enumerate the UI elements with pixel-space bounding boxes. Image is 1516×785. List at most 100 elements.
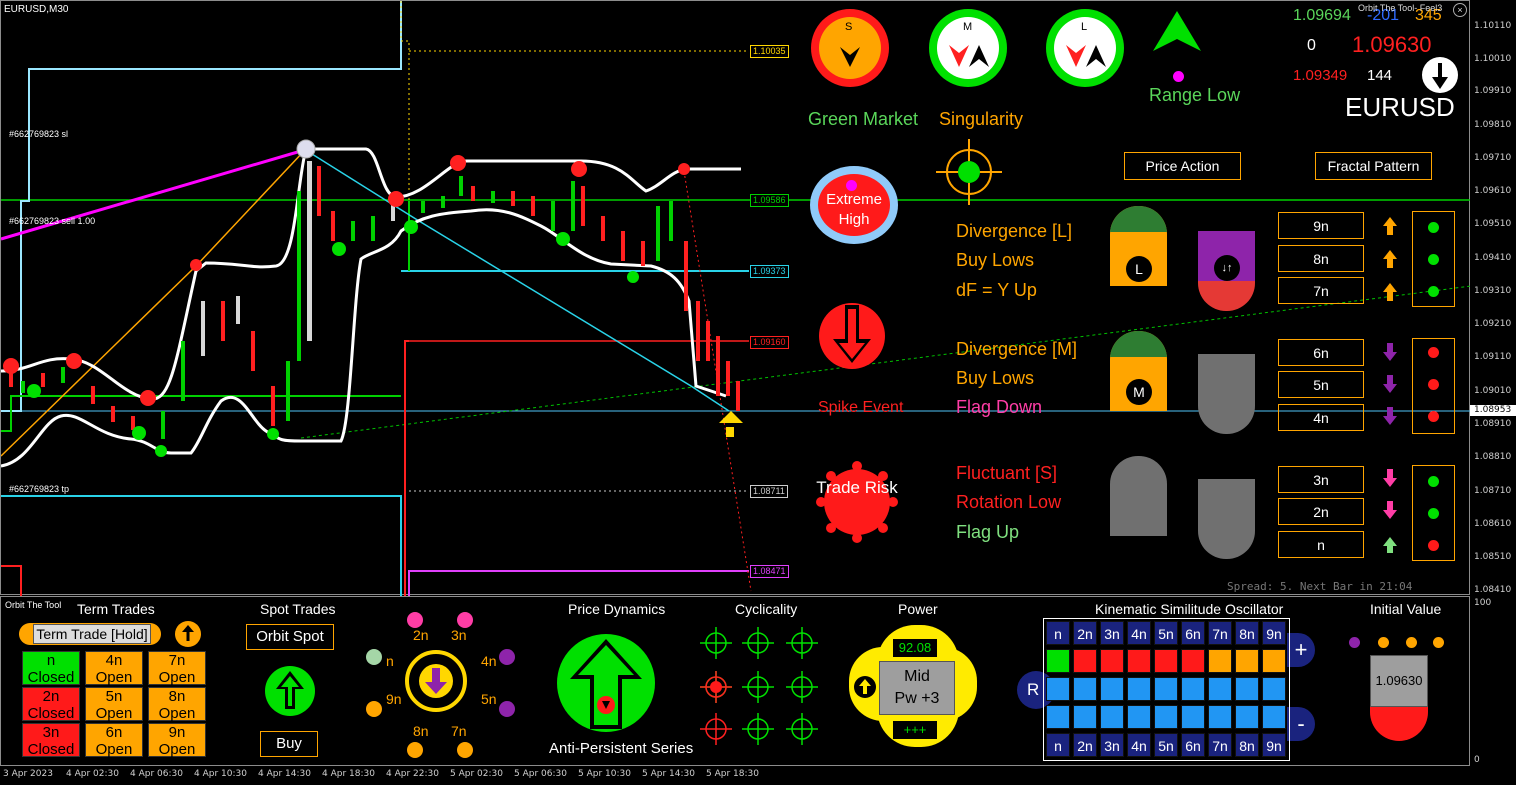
status-dots-s	[1412, 465, 1455, 561]
fractal-pattern-button[interactable]: Fractal Pattern	[1315, 152, 1432, 180]
kinematic-cell	[1181, 677, 1205, 701]
sub-tick-0: 0	[1474, 755, 1480, 765]
term-cell-5n[interactable]: 5n Open	[85, 687, 143, 722]
time-label: 5 Apr 10:30	[578, 769, 631, 779]
spot-trades-header: Spot Trades	[260, 601, 336, 617]
time-label: 4 Apr 06:30	[130, 769, 183, 779]
tombstone-s	[1110, 456, 1167, 536]
minus-button[interactable]: -	[1287, 707, 1315, 741]
singularity-label: Singularity	[939, 109, 1024, 129]
order-tp-label: #662769823 tp	[9, 484, 70, 494]
term-cell-9n[interactable]: 9n Open	[148, 723, 206, 758]
mixed-arrows-icon	[949, 45, 989, 67]
kinematic-cell	[1127, 677, 1151, 701]
kinematic-cell	[1073, 649, 1097, 673]
close-icon[interactable]: ×	[1453, 3, 1467, 17]
power-value: 92.08	[893, 639, 937, 657]
kinematic-cell	[1154, 677, 1178, 701]
tombstone-l2: ↓↑	[1198, 231, 1255, 311]
tombstone-l: L	[1110, 206, 1167, 286]
level-label-5: 1.08711	[750, 485, 788, 498]
level-label-1: 1.10035	[750, 45, 789, 58]
orbit-dot-2n	[407, 612, 423, 628]
nbox-8n: 8n	[1278, 245, 1364, 272]
status-dots-m	[1412, 338, 1455, 434]
level-label-3: 1.09373	[750, 265, 789, 278]
price-action-button[interactable]: Price Action	[1124, 152, 1241, 180]
lower-band-cyan	[1, 495, 402, 596]
power-plus: +++	[893, 721, 937, 739]
up-arrow-circle-icon[interactable]	[175, 621, 201, 647]
buy-arrow-icon	[265, 666, 315, 716]
sub-window[interactable]: Orbit The Tool Term Trades Term Trade [H…	[0, 596, 1470, 766]
term-cell-2n[interactable]: 2n Closed	[22, 687, 80, 722]
kinematic-label: n	[1046, 621, 1070, 645]
level-label-2: 1.09586	[750, 194, 789, 207]
div-l-line2: Buy Lows	[956, 250, 1035, 270]
time-label: 4 Apr 02:30	[66, 769, 119, 779]
iv-dot-4	[1433, 637, 1444, 648]
kinematic-cell	[1154, 649, 1178, 673]
buy-button[interactable]: Buy	[260, 731, 318, 757]
kinematic-cell	[1235, 649, 1259, 673]
orbit-dot-9n	[366, 701, 382, 717]
div-l-title: Divergence [L]	[956, 221, 1073, 241]
circle-m: M	[929, 9, 1007, 87]
sub-window-label: Orbit The Tool	[5, 600, 62, 610]
orbit-spot-button[interactable]: Orbit Spot	[246, 624, 334, 650]
power-readout: Mid Pw +3	[879, 661, 955, 715]
down-arrow-purple-icon	[425, 668, 447, 694]
term-cell-8n[interactable]: 8n Open	[148, 687, 206, 722]
anti-persistent-label: Anti-Persistent Series	[549, 740, 694, 757]
price-scale[interactable]	[1470, 0, 1516, 766]
orbit-dot-8n	[407, 742, 423, 758]
term-trade-toggle[interactable]: Term Trade [Hold]	[19, 623, 161, 645]
kinematic-label: 3n	[1100, 621, 1124, 645]
term-cell-7n[interactable]: 7n Open	[148, 651, 206, 686]
kinematic-cell	[1046, 677, 1070, 701]
kinematic-cell	[1181, 705, 1205, 729]
circle-s: S	[811, 9, 889, 87]
kinematic-label: 4n	[1127, 733, 1151, 757]
kinematic-label: 5n	[1154, 733, 1178, 757]
tombstone-m: M	[1110, 331, 1167, 411]
kinematic-label: 6n	[1181, 733, 1205, 757]
term-cell-3n[interactable]: 3n Closed	[22, 723, 80, 758]
kinematic-cell	[1208, 677, 1232, 701]
time-label: 4 Apr 18:30	[322, 769, 375, 779]
iv-dot-2	[1378, 637, 1389, 648]
price-dynamics-up-icon	[557, 634, 655, 732]
quote-bid: 1.09694	[1293, 7, 1351, 24]
term-cell-6n[interactable]: 6n Open	[85, 723, 143, 758]
price-tick: 1.09710	[1474, 153, 1512, 163]
up-arrow-green-icon	[1153, 11, 1201, 51]
price-tick: 1.09910	[1474, 86, 1512, 96]
plus-button[interactable]: +	[1287, 633, 1315, 667]
kinematic-label: 3n	[1100, 733, 1124, 757]
kinematic-cell	[1208, 649, 1232, 673]
orbit-dot-n	[366, 649, 382, 665]
extreme-high-circle: Extreme High	[810, 166, 898, 244]
term-cell-4n[interactable]: 4n Open	[85, 651, 143, 686]
main-chart[interactable]: EURUSD,M30 #662769823 sl #662769823 sell…	[0, 0, 1471, 596]
orbit-dot-3n	[457, 612, 473, 628]
kinematic-cell	[1262, 705, 1286, 729]
price-tick: 1.09810	[1474, 120, 1512, 130]
kinematic-cell	[1127, 705, 1151, 729]
spike-down-icon	[819, 303, 885, 369]
kinematic-cell	[1235, 705, 1259, 729]
level-label-4: 1.09160	[750, 336, 789, 349]
kinematic-cell	[1073, 705, 1097, 729]
kinematic-label: 7n	[1208, 621, 1232, 645]
kinematic-cell	[1127, 649, 1151, 673]
div-m-line3: Flag Down	[956, 397, 1043, 417]
price-tick: 1.10010	[1474, 54, 1512, 64]
level-label-6: 1.08471	[750, 565, 789, 578]
kinematic-cell	[1262, 649, 1286, 673]
target-icon	[936, 139, 1002, 205]
term-cell-n[interactable]: n Closed	[22, 651, 80, 686]
price-tick: 1.09310	[1474, 286, 1512, 296]
price-tick: 1.08410	[1474, 585, 1512, 595]
div-s-title: Fluctuant [S]	[956, 463, 1058, 483]
updown-icon: ↓↑	[1214, 255, 1240, 281]
